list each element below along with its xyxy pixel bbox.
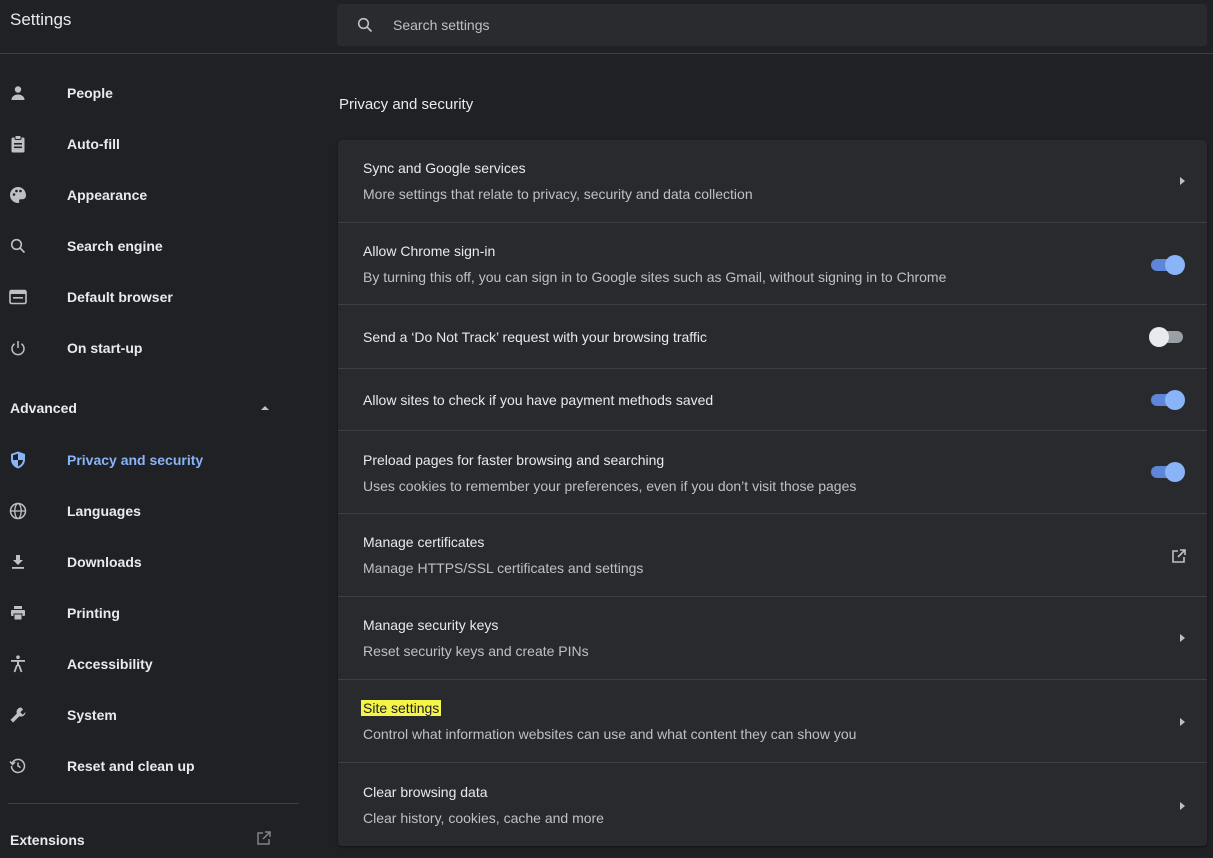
sidebar-item-label: System <box>67 707 117 723</box>
arrow-right-icon <box>1180 718 1185 726</box>
page-title: Settings <box>10 10 72 29</box>
row-subtitle: Manage HTTPS/SSL certificates and settin… <box>363 560 644 576</box>
row-subtitle: Reset security keys and create PINs <box>363 643 589 659</box>
row-title: Preload pages for faster browsing and se… <box>363 452 665 468</box>
search-icon <box>8 236 28 256</box>
globe-icon <box>8 501 28 521</box>
sidebar-item-downloads[interactable]: Downloads <box>0 542 300 582</box>
payment-methods-toggle[interactable] <box>1149 390 1185 410</box>
row-preload-pages[interactable]: Preload pages for faster browsing and se… <box>338 430 1207 514</box>
sidebar-item-autofill[interactable]: Auto-fill <box>0 124 300 164</box>
sidebar-item-search-engine[interactable]: Search engine <box>0 226 300 266</box>
accessibility-icon <box>8 654 28 674</box>
sidebar-item-appearance[interactable]: Appearance <box>0 175 300 215</box>
clipboard-icon <box>8 134 28 154</box>
external-link-icon <box>257 831 271 845</box>
sidebar-item-label: Auto-fill <box>67 136 120 152</box>
sidebar-item-label: Reset and clean up <box>67 758 195 774</box>
row-title: Sync and Google services <box>363 160 526 176</box>
sidebar-item-label: Accessibility <box>67 656 153 672</box>
search-input[interactable] <box>391 16 1095 34</box>
privacy-settings-card: Sync and Google services More settings t… <box>338 140 1207 846</box>
power-icon <box>8 338 28 358</box>
row-title: Send a ‘Do Not Track’ request with your … <box>363 329 707 345</box>
arrow-right-icon <box>1180 802 1185 810</box>
sidebar-item-label: Printing <box>67 605 120 621</box>
sidebar-item-system[interactable]: System <box>0 695 300 735</box>
sidebar: People Auto-fill Appearance Search engin… <box>0 60 300 849</box>
row-title: Manage certificates <box>363 534 485 550</box>
row-title: Clear browsing data <box>363 784 488 800</box>
top-bar: Settings <box>0 0 1213 54</box>
browser-icon <box>8 287 28 307</box>
do-not-track-toggle[interactable] <box>1149 327 1185 347</box>
row-title: Manage security keys <box>363 617 499 633</box>
row-site-settings[interactable]: Site settings Control what information w… <box>338 679 1207 763</box>
row-manage-certificates[interactable]: Manage certificates Manage HTTPS/SSL cer… <box>338 513 1207 597</box>
row-clear-browsing-data[interactable]: Clear browsing data Clear history, cooki… <box>338 762 1207 847</box>
sidebar-item-on-startup[interactable]: On start-up <box>0 328 300 368</box>
sidebar-item-privacy-security[interactable]: Privacy and security <box>0 440 300 480</box>
search-box[interactable] <box>337 4 1207 46</box>
printer-icon <box>8 603 28 623</box>
sidebar-item-label: People <box>67 85 113 101</box>
advanced-section-toggle[interactable]: Advanced <box>0 388 300 428</box>
row-subtitle: By turning this off, you can sign in to … <box>363 269 947 285</box>
row-do-not-track[interactable]: Send a ‘Do Not Track’ request with your … <box>338 304 1207 369</box>
row-manage-security-keys[interactable]: Manage security keys Reset security keys… <box>338 596 1207 680</box>
search-icon <box>357 17 373 33</box>
row-subtitle: Clear history, cookies, cache and more <box>363 810 604 826</box>
download-icon <box>8 552 28 572</box>
advanced-label: Advanced <box>10 400 77 416</box>
external-link-icon[interactable] <box>1171 548 1187 564</box>
wrench-icon <box>8 705 28 725</box>
sidebar-item-label: Default browser <box>67 289 173 305</box>
row-subtitle: Control what information websites can us… <box>363 726 857 742</box>
shield-icon <box>8 450 28 470</box>
arrow-right-icon <box>1180 177 1185 185</box>
sidebar-item-printing[interactable]: Printing <box>0 593 300 633</box>
sidebar-item-people[interactable]: People <box>0 73 300 113</box>
section-title: Privacy and security <box>339 96 474 113</box>
sidebar-item-extensions[interactable]: Extensions <box>0 822 300 858</box>
restore-icon <box>8 756 28 776</box>
sidebar-item-label: Appearance <box>67 187 148 203</box>
sidebar-item-label: Downloads <box>67 554 142 570</box>
person-icon <box>8 83 28 103</box>
row-allow-chrome-signin[interactable]: Allow Chrome sign-in By turning this off… <box>338 222 1207 305</box>
sidebar-item-languages[interactable]: Languages <box>0 491 300 531</box>
chevron-up-icon <box>261 406 269 410</box>
sidebar-item-accessibility[interactable]: Accessibility <box>0 644 300 684</box>
palette-icon <box>8 185 28 205</box>
row-payment-methods[interactable]: Allow sites to check if you have payment… <box>338 368 1207 431</box>
preload-toggle[interactable] <box>1149 462 1185 482</box>
row-sync-google-services[interactable]: Sync and Google services More settings t… <box>338 140 1207 222</box>
sidebar-item-default-browser[interactable]: Default browser <box>0 277 300 317</box>
row-subtitle: More settings that relate to privacy, se… <box>363 186 753 202</box>
row-title: Allow sites to check if you have payment… <box>363 392 714 408</box>
sidebar-item-label: Privacy and security <box>67 452 204 468</box>
extensions-label: Extensions <box>10 832 85 848</box>
sidebar-item-label: On start-up <box>67 340 143 356</box>
row-title: Site settings <box>361 700 442 716</box>
sidebar-item-reset[interactable]: Reset and clean up <box>0 746 300 786</box>
signin-toggle[interactable] <box>1149 255 1185 275</box>
sidebar-item-label: Search engine <box>67 238 163 254</box>
sidebar-item-label: Languages <box>67 503 141 519</box>
sidebar-divider <box>8 803 299 804</box>
arrow-right-icon <box>1180 634 1185 642</box>
row-title: Allow Chrome sign-in <box>363 243 496 259</box>
row-subtitle: Uses cookies to remember your preference… <box>363 478 857 494</box>
